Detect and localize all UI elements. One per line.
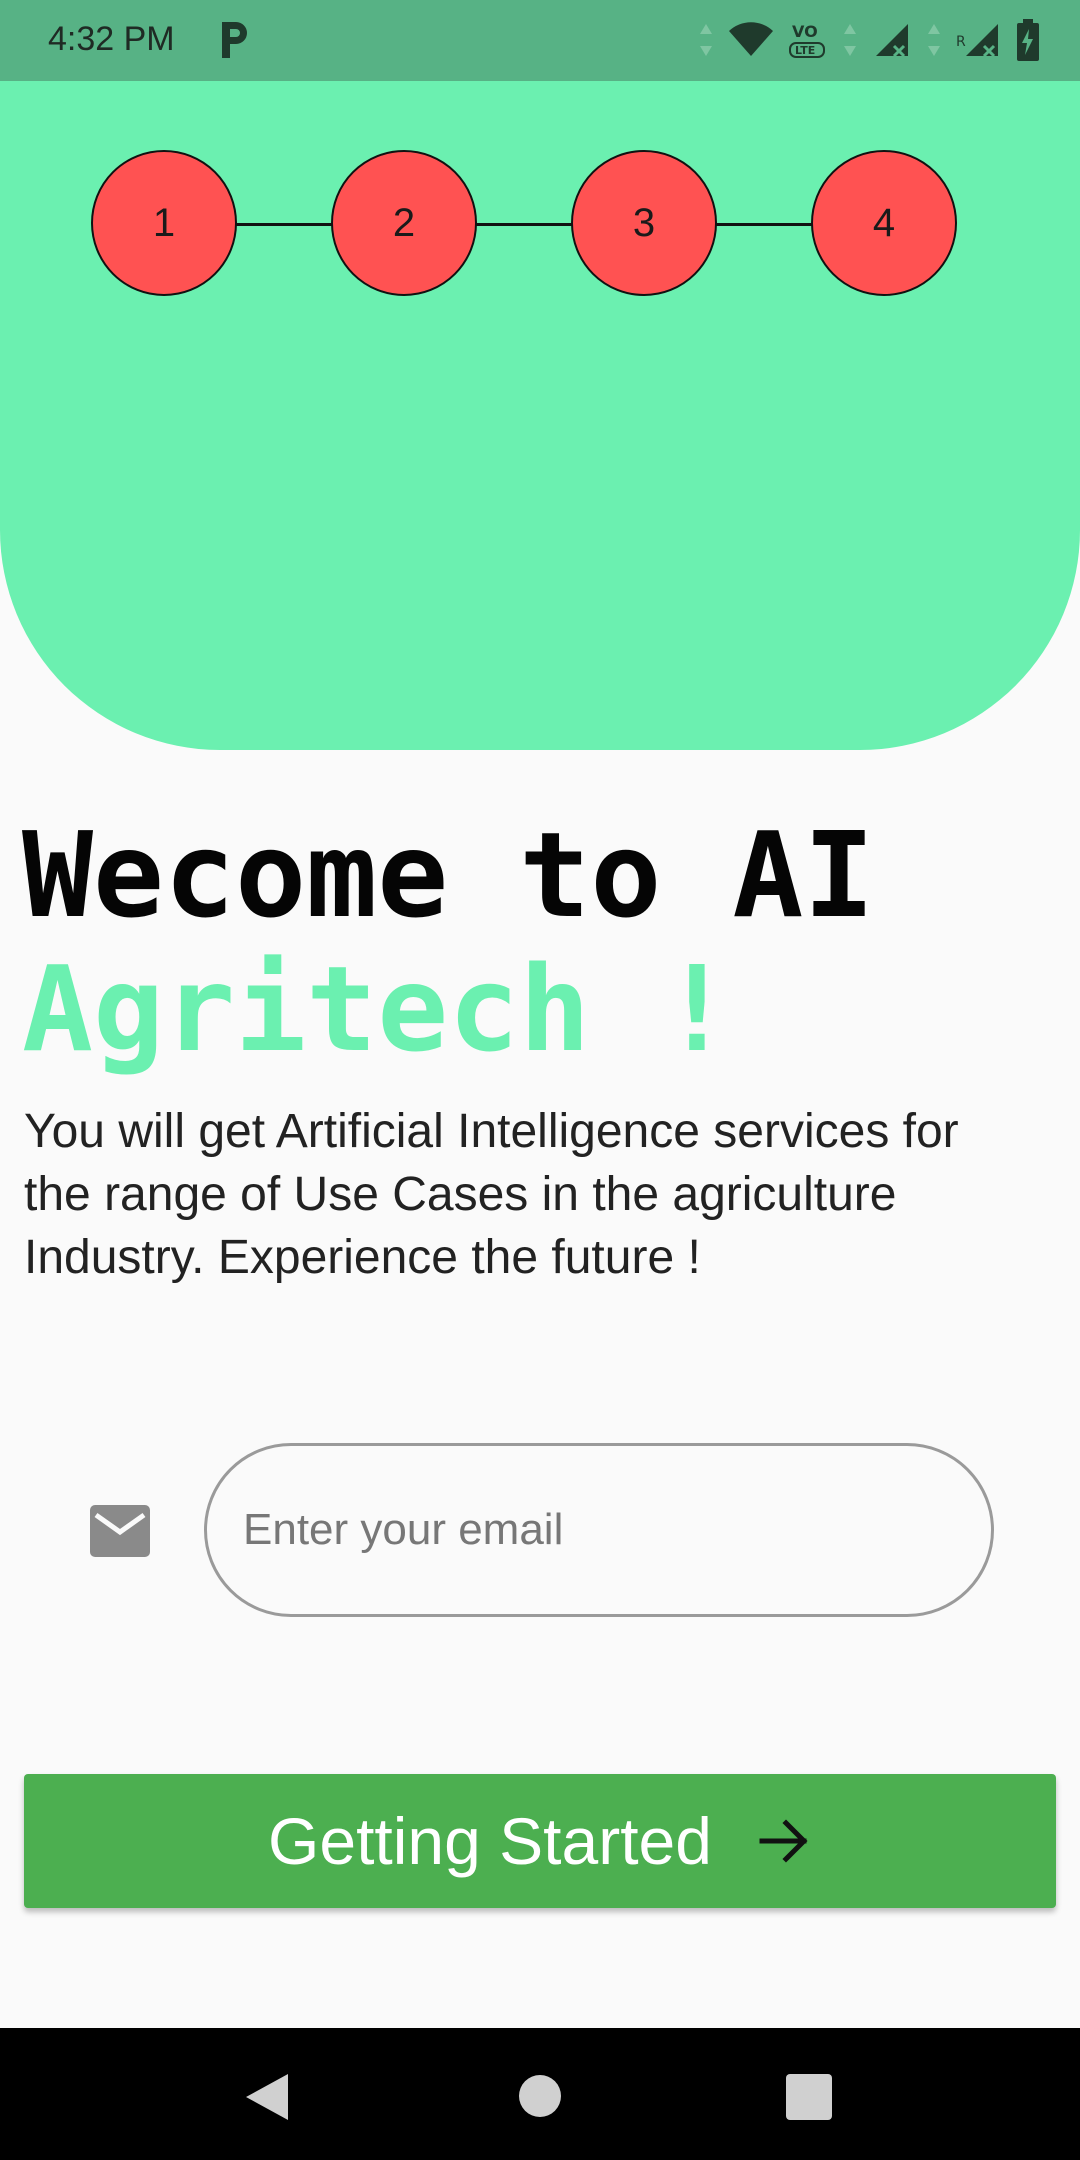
volte-icon: VO LTE <box>789 22 825 58</box>
status-bar: 4:32 PM VO LTE R <box>0 0 1080 81</box>
screen: 4:32 PM VO LTE R 1 2 3 4 Wecome to AI Ag… <box>0 0 1080 2160</box>
title-line-1: Wecome to AI <box>22 806 875 944</box>
wifi-icon <box>729 22 773 56</box>
status-time: 4:32 PM <box>48 20 175 58</box>
getting-started-button[interactable]: Getting Started <box>24 1774 1056 1908</box>
title-line-2: Agritech ! <box>22 940 733 1078</box>
data-arrows-icon <box>928 24 940 56</box>
status-icons: VO LTE R <box>698 18 1040 62</box>
parking-p-icon <box>222 22 247 58</box>
svg-text:R: R <box>956 34 966 50</box>
stepper: 1 2 3 4 <box>0 150 1080 300</box>
mail-icon <box>90 1505 150 1557</box>
back-icon[interactable] <box>244 2072 290 2122</box>
data-arrows-icon <box>844 24 856 56</box>
navigation-bar <box>0 2028 1080 2160</box>
description-text: You will get Artificial Intelligence ser… <box>24 1105 959 1284</box>
signal-roaming-x-icon: R <box>956 24 998 58</box>
getting-started-label: Getting Started <box>268 1804 712 1878</box>
svg-text:LTE: LTE <box>795 44 815 57</box>
step-4[interactable]: 4 <box>811 150 957 296</box>
recents-icon[interactable] <box>786 2074 832 2120</box>
signal-x-icon <box>876 24 908 58</box>
step-1[interactable]: 1 <box>91 150 237 296</box>
battery-charging-icon <box>1017 19 1039 61</box>
step-3[interactable]: 3 <box>571 150 717 296</box>
email-input[interactable] <box>204 1443 994 1617</box>
data-arrows-icon <box>700 24 712 56</box>
page-title: Wecome to AI Agritech ! <box>22 808 1062 1076</box>
home-icon[interactable] <box>518 2074 562 2118</box>
step-2[interactable]: 2 <box>331 150 477 296</box>
svg-text:VO: VO <box>792 22 818 41</box>
arrow-right-icon <box>759 1819 808 1863</box>
